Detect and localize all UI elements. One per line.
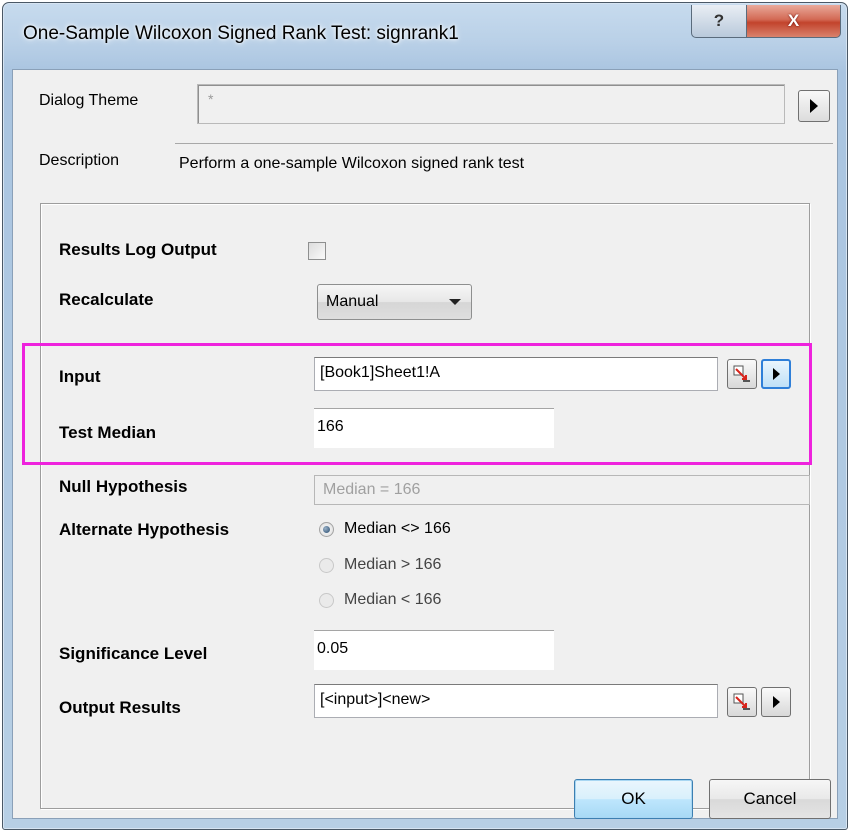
input-label: Input [59,367,101,386]
recalculate-label: Recalculate [59,290,154,309]
help-icon: ? [713,11,725,30]
test-median-label: Test Median [59,423,156,442]
close-icon: X [787,11,800,30]
results-log-output-label: Results Log Output [59,240,217,259]
recalculate-value: Manual [326,293,379,310]
output-menu-button[interactable] [761,687,791,717]
ok-button[interactable]: OK [574,779,693,819]
alt-hypothesis-option-gt[interactable]: Median > 166 [319,556,441,574]
output-select-range-button[interactable] [727,687,757,717]
dialog-window: One-Sample Wilcoxon Signed Rank Test: si… [2,2,848,830]
output-results-field[interactable]: [<input>]<new> [314,684,718,718]
input-menu-button[interactable] [761,359,791,389]
alternate-hypothesis-label: Alternate Hypothesis [59,520,230,539]
significance-level-field[interactable]: 0.05 [314,630,554,670]
radio-unselected-icon [319,592,334,608]
play-arrow-icon [772,696,780,708]
select-range-button[interactable] [727,359,757,389]
alt-hypothesis-option-ne[interactable]: Median <> 166 [319,520,451,538]
radio-unselected-icon [319,557,334,573]
play-arrow-icon [810,99,818,113]
window-title: One-Sample Wilcoxon Signed Rank Test: si… [23,23,459,44]
results-log-output-checkbox[interactable] [308,242,326,260]
select-range-icon [733,693,751,711]
cancel-button[interactable]: Cancel [709,779,831,819]
select-range-icon [733,365,751,383]
output-results-label: Output Results [59,698,181,717]
help-button[interactable]: ? [691,5,747,38]
dialog-theme-label: Dialog Theme [39,92,139,109]
null-hypothesis-field: Median = 166 [314,475,810,505]
description-field: Perform a one-sample Wilcoxon signed ran… [175,143,833,183]
null-hypothesis-label: Null Hypothesis [59,477,188,496]
test-median-field[interactable]: 166 [314,408,554,448]
input-range-field[interactable]: [Book1]Sheet1!A [314,357,718,391]
play-arrow-icon [772,368,780,380]
chevron-down-icon [449,299,461,305]
alt-hypothesis-option-lt[interactable]: Median < 166 [319,591,441,609]
dialog-client-area: Dialog Theme * Description Perform a one… [12,69,838,819]
significance-level-label: Significance Level [59,644,208,663]
dialog-theme-field[interactable]: * [197,84,785,124]
dialog-theme-menu-button[interactable] [798,90,830,122]
close-button[interactable]: X [746,5,841,38]
title-bar[interactable]: One-Sample Wilcoxon Signed Rank Test: si… [3,3,847,73]
description-label: Description [39,152,120,169]
recalculate-select[interactable]: Manual [317,284,472,320]
radio-selected-icon [319,521,334,537]
